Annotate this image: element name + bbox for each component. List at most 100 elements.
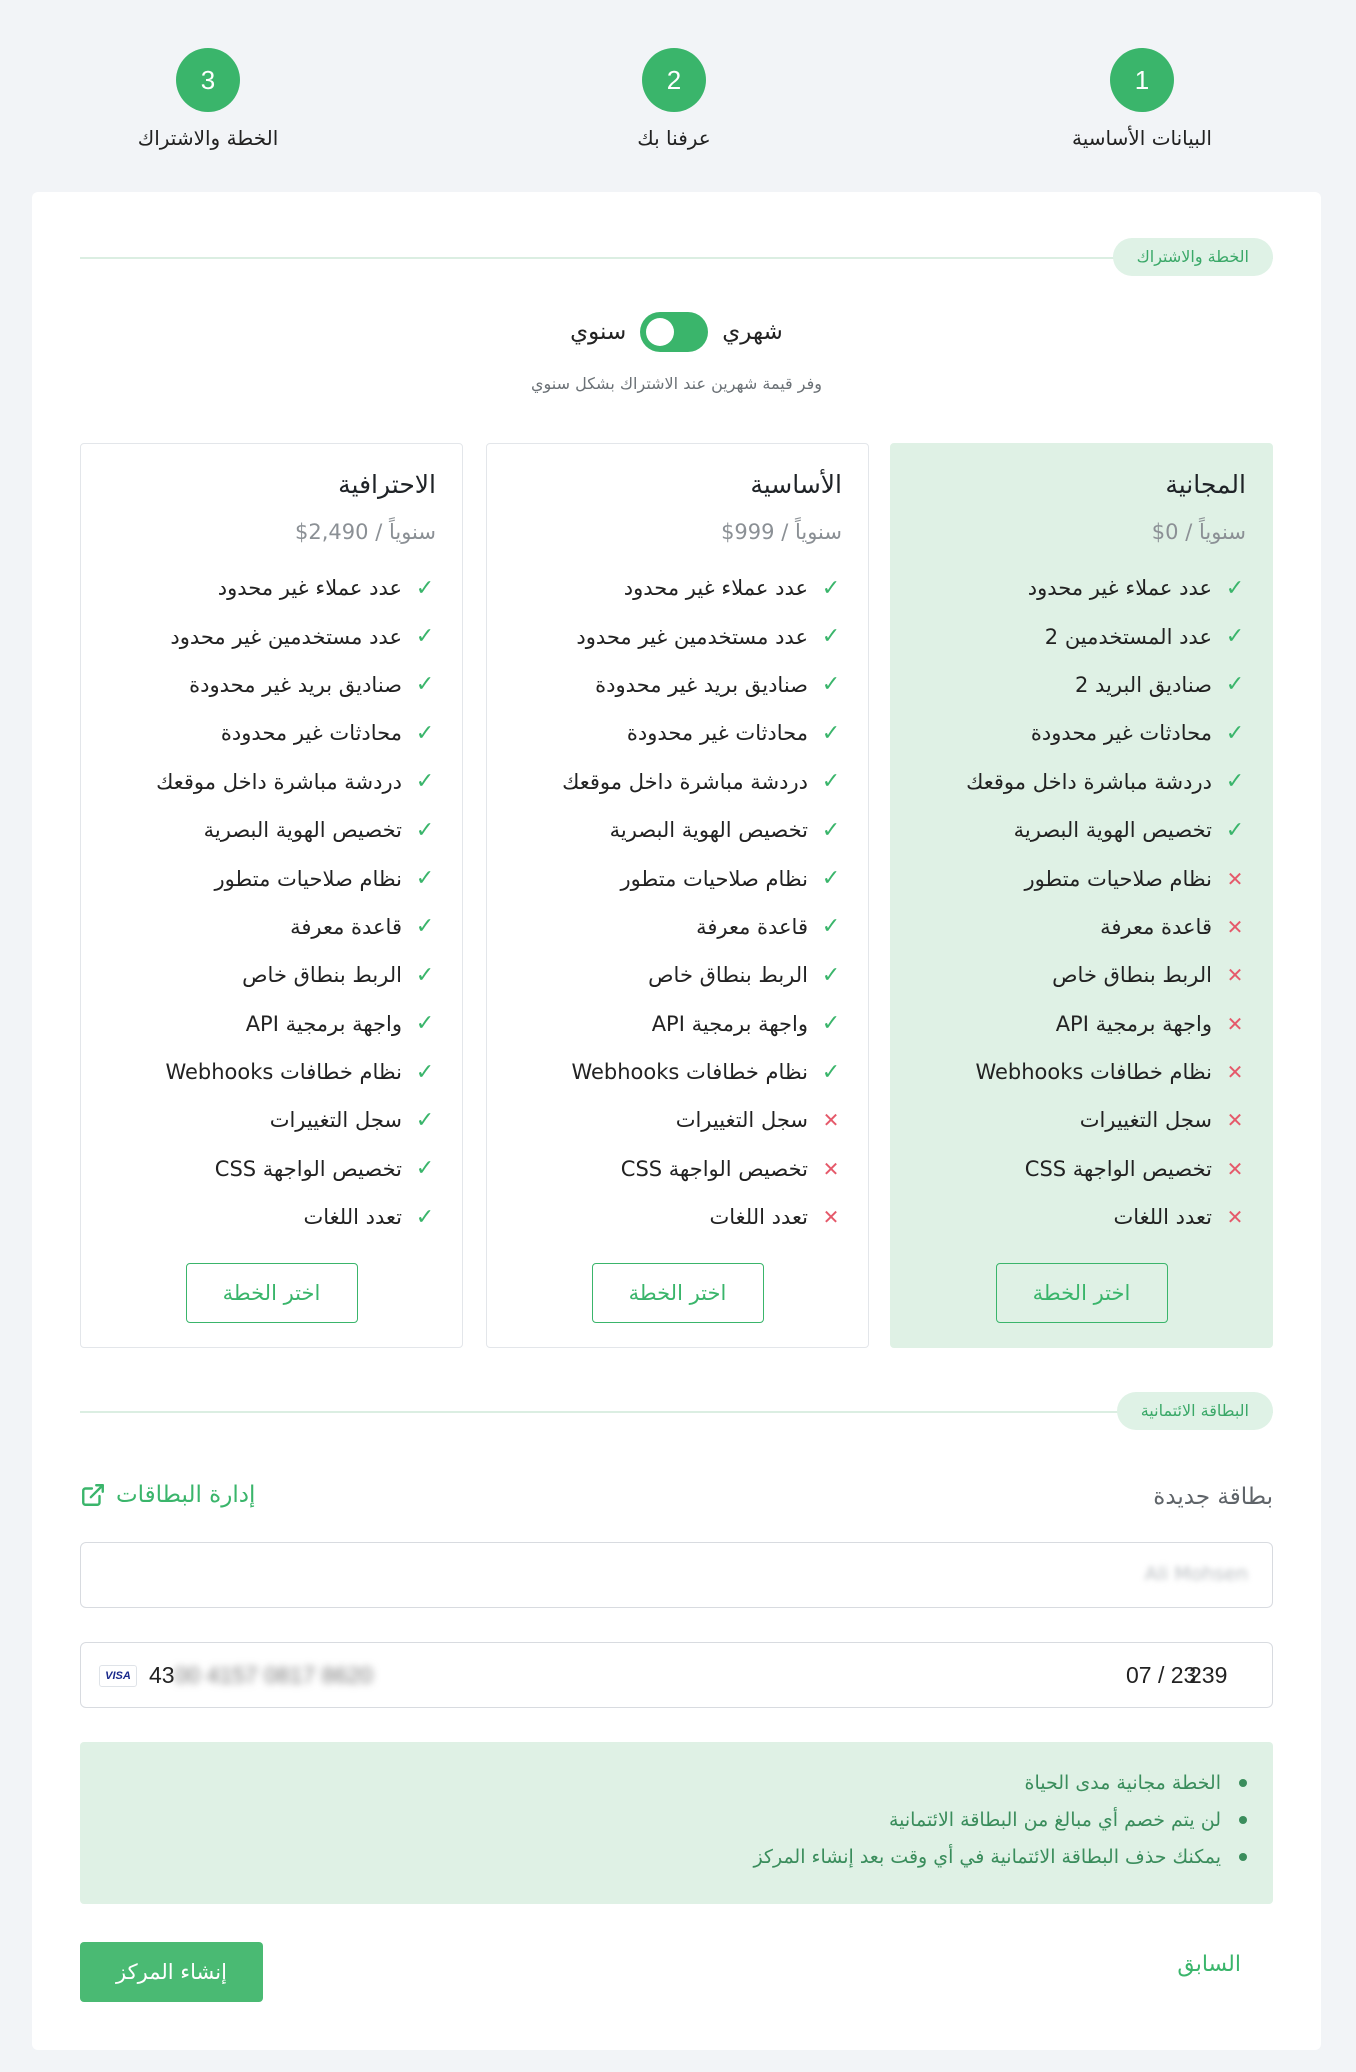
- check-icon: ✓: [821, 720, 841, 746]
- feature-item: ✓ واجهة برمجية API: [91, 1000, 440, 1048]
- feature-text: تخصيص الهوية البصرية: [203, 818, 402, 843]
- feature-item: ✓ واجهة برمجية API: [497, 1000, 846, 1048]
- feature-item: ✓ تعدد اللغات: [91, 1193, 440, 1241]
- feature-text: قاعدة معرفة: [290, 914, 402, 939]
- divider: [80, 1411, 1273, 1413]
- feature-text: تخصيص الواجهة CSS: [620, 1156, 808, 1181]
- feature-item: ✓ عدد عملاء غير محدود: [901, 564, 1250, 612]
- card-details-field[interactable]: VISA 4300 4157 0817 8620 07 / 23 239: [80, 1642, 1273, 1708]
- feature-item: ✕ نظام صلاحيات متطور: [901, 854, 1250, 902]
- feature-text: دردشة مباشرة داخل موقعك: [156, 769, 402, 794]
- feature-text: الربط بنطاق خاص: [648, 963, 808, 988]
- feature-item: ✓ عدد مستخدمين غير محدود: [497, 612, 846, 660]
- feature-text: واجهة برمجية API: [245, 1011, 402, 1036]
- feature-item: ✓ دردشة مباشرة داخل موقعك: [901, 758, 1250, 806]
- plan-name: الاحترافية: [338, 470, 436, 499]
- feature-item: ✓ نظام خطافات Webhooks: [91, 1048, 440, 1096]
- feature-text: قاعدة معرفة: [1100, 914, 1212, 939]
- feature-item: ✓ تخصيص الهوية البصرية: [91, 806, 440, 854]
- feature-list: ✓ عدد عملاء غير محدود ✓ عدد مستخدمين غير مح…: [91, 564, 440, 1241]
- feature-text: نظام صلاحيات متطور: [214, 866, 402, 891]
- feature-item: ✕ تخصيص الواجهة CSS: [497, 1145, 846, 1193]
- plan-card-basic: الأساسية $999 / سنوياً ✓ عدد عملاء غير مح…: [486, 443, 869, 1348]
- feature-item: ✓ عدد مستخدمين غير محدود: [91, 612, 440, 660]
- feature-item: ✓ محادثات غير محدودة: [91, 709, 440, 757]
- feature-text: عدد عملاء غير محدود: [623, 576, 808, 601]
- feature-text: نظام خطافات Webhooks: [975, 1060, 1212, 1085]
- check-icon: ✓: [415, 575, 435, 601]
- feature-item: ✓ صناديق بريد غير محدودة: [497, 661, 846, 709]
- step-label: عرفنا بك: [637, 126, 711, 150]
- price-period: / سنوياً: [781, 520, 842, 544]
- card-cvc-input[interactable]: 239: [1189, 1662, 1227, 1689]
- feature-text: عدد المستخدمين 2: [1044, 624, 1212, 649]
- choose-plan-button[interactable]: اختر الخطة: [591, 1263, 764, 1323]
- check-icon: ✓: [415, 672, 435, 698]
- check-icon: ✓: [415, 962, 435, 988]
- check-icon: ✓: [415, 866, 435, 892]
- billing-toggle-switch[interactable]: [640, 312, 709, 352]
- choose-plan-button[interactable]: اختر الخطة: [995, 1263, 1168, 1323]
- note-text: الخطة مجانية مدى الحياة: [1024, 1771, 1222, 1794]
- plan-price: $2,490 / سنوياً: [295, 520, 436, 544]
- check-icon: ✓: [821, 672, 841, 698]
- card-number-input[interactable]: 4300 4157 0817 8620: [149, 1662, 373, 1689]
- step-label: الخطة والاشتراك: [137, 126, 279, 150]
- section-title: الخطة والاشتراك: [1112, 238, 1273, 276]
- feature-item: ✕ تعدد اللغات: [497, 1193, 846, 1241]
- feature-item: ✓ نظام صلاحيات متطور: [91, 854, 440, 902]
- cardholder-name-field[interactable]: Ali Mohsen: [80, 1542, 1273, 1608]
- toggle-knob: [646, 318, 675, 346]
- check-icon: ✓: [821, 817, 841, 843]
- check-icon: ✓: [821, 769, 841, 795]
- feature-text: واجهة برمجية API: [1055, 1011, 1212, 1036]
- plan-price: $0 / سنوياً: [1152, 520, 1246, 544]
- cross-icon: ✕: [1226, 1156, 1244, 1181]
- check-icon: ✓: [415, 817, 435, 843]
- previous-button[interactable]: السابق: [1177, 1952, 1241, 1977]
- feature-text: نظام صلاحيات متطور: [1024, 866, 1212, 891]
- feature-item: ✕ قاعدة معرفة: [901, 903, 1250, 951]
- toggle-yearly-label[interactable]: سنوي: [570, 319, 626, 345]
- manage-cards-link[interactable]: إدارة البطاقات: [80, 1482, 255, 1508]
- check-icon: ✓: [415, 1059, 435, 1085]
- check-icon: ✓: [415, 624, 435, 650]
- check-icon: ✓: [821, 1011, 841, 1037]
- feature-text: قاعدة معرفة: [696, 914, 808, 939]
- plans-section-header: الخطة والاشتراك: [80, 238, 1273, 278]
- create-center-button[interactable]: إنشاء المركز: [80, 1942, 263, 2002]
- feature-text: سجل التغييرات: [675, 1108, 808, 1133]
- toggle-monthly-label[interactable]: شهري: [722, 319, 783, 345]
- choose-plan-button[interactable]: اختر الخطة: [185, 1263, 358, 1323]
- check-icon: ✓: [415, 914, 435, 940]
- step-number: 3: [176, 48, 240, 112]
- main-card: الخطة والاشتراك شهري سنوي وفر قيمة شهرين…: [32, 192, 1321, 2050]
- feature-item: ✓ عدد عملاء غير محدود: [91, 564, 440, 612]
- external-link-icon: [82, 1484, 104, 1506]
- plan-card-free: المجانية $0 / سنوياً ✓ عدد عملاء غير محدو…: [890, 443, 1273, 1348]
- feature-text: محادثات غير محدودة: [220, 721, 402, 746]
- credit-card-section-header: البطاقة الائتمانية: [80, 1392, 1273, 1432]
- feature-text: تخصيص الواجهة CSS: [214, 1156, 402, 1181]
- check-icon: ✓: [415, 1156, 435, 1182]
- check-icon: ✓: [821, 575, 841, 601]
- cross-icon: ✕: [1226, 866, 1244, 891]
- check-icon: ✓: [821, 624, 841, 650]
- note-item: يمكنك حذف البطاقة الائتمانية في أي وقت ب…: [106, 1838, 1247, 1875]
- bullet: [1239, 1852, 1247, 1861]
- feature-text: تعدد اللغات: [303, 1205, 402, 1230]
- feature-item: ✕ واجهة برمجية API: [901, 1000, 1250, 1048]
- feature-item: ✓ محادثات غير محدودة: [901, 709, 1250, 757]
- step-3: 3 الخطة والاشتراك: [88, 48, 328, 150]
- billing-toggle-row: شهري سنوي: [32, 312, 1321, 352]
- feature-text: دردشة مباشرة داخل موقعك: [966, 769, 1212, 794]
- feature-text: عدد عملاء غير محدود: [1027, 576, 1212, 601]
- check-icon: ✓: [415, 1204, 435, 1230]
- cross-icon: ✕: [1226, 1060, 1244, 1085]
- plan-notes-box: الخطة مجانية مدى الحياة لن يتم خصم أي مب…: [80, 1742, 1273, 1904]
- feature-item: ✕ نظام خطافات Webhooks: [901, 1048, 1250, 1096]
- plan-card-professional: الاحترافية $2,490 / سنوياً ✓ عدد عملاء غي…: [80, 443, 463, 1348]
- feature-item: ✓ تخصيص الهوية البصرية: [901, 806, 1250, 854]
- check-icon: ✓: [1225, 769, 1245, 795]
- card-expiry-input[interactable]: 07 / 23: [1126, 1662, 1196, 1689]
